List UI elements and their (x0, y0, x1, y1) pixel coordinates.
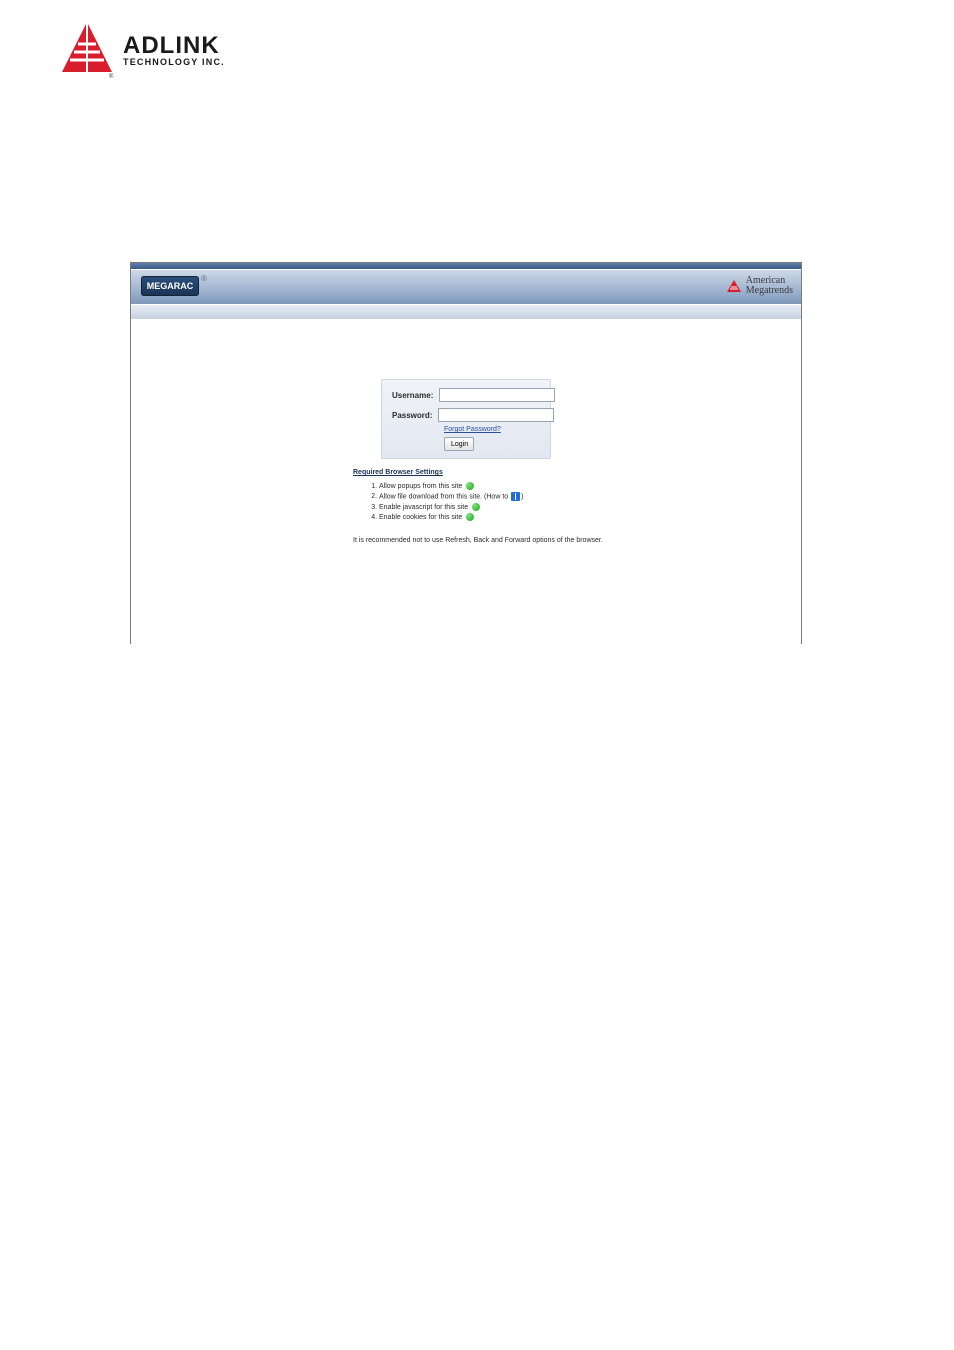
req-item-2: Allow file download from this site. (How… (379, 492, 523, 501)
login-screenshot: MEGARAC ® American Megatrends Username: (130, 262, 802, 644)
required-settings-title: Required Browser Settings (353, 469, 523, 476)
login-button[interactable]: Login (444, 437, 474, 451)
ami-line2: Megatrends (746, 286, 793, 296)
forgot-password-link[interactable]: Forgot Password? (444, 426, 501, 433)
login-panel: Username: Password: Forgot Password? Log… (381, 379, 551, 459)
password-input[interactable] (438, 408, 554, 422)
recommendation-text: It is recommended not to use Refresh, Ba… (353, 537, 603, 544)
app-body: Username: Password: Forgot Password? Log… (131, 319, 801, 645)
check-icon (466, 482, 474, 490)
vendor-brand: ADLINK (123, 34, 225, 58)
req-item-1: Allow popups from this site (379, 482, 523, 490)
username-label: Username: (392, 391, 433, 400)
adlink-logo: ® ADLINK TECHNOLOGY INC. (60, 20, 225, 80)
info-icon (511, 492, 520, 501)
ami-logo: American Megatrends (726, 276, 793, 296)
req-item-4: Enable cookies for this site (379, 513, 523, 521)
registered-mark: ® (201, 274, 207, 283)
svg-text:®: ® (109, 73, 114, 80)
ami-triangle-icon (726, 279, 742, 293)
page: ® ADLINK TECHNOLOGY INC. MEGARAC ® Ameri… (0, 0, 954, 1350)
adlink-triangle-icon: ® (60, 20, 115, 80)
app-subbar (131, 304, 801, 319)
check-icon (466, 513, 474, 521)
req-item-3: Enable javascript for this site (379, 503, 523, 511)
megarac-badge: MEGARAC (141, 276, 199, 296)
vendor-subtitle: TECHNOLOGY INC. (123, 58, 225, 67)
app-header: MEGARAC ® American Megatrends (131, 269, 801, 304)
password-label: Password: (392, 411, 432, 420)
required-settings: Required Browser Settings Allow popups f… (353, 469, 523, 523)
check-icon (472, 503, 480, 511)
username-input[interactable] (439, 388, 555, 402)
